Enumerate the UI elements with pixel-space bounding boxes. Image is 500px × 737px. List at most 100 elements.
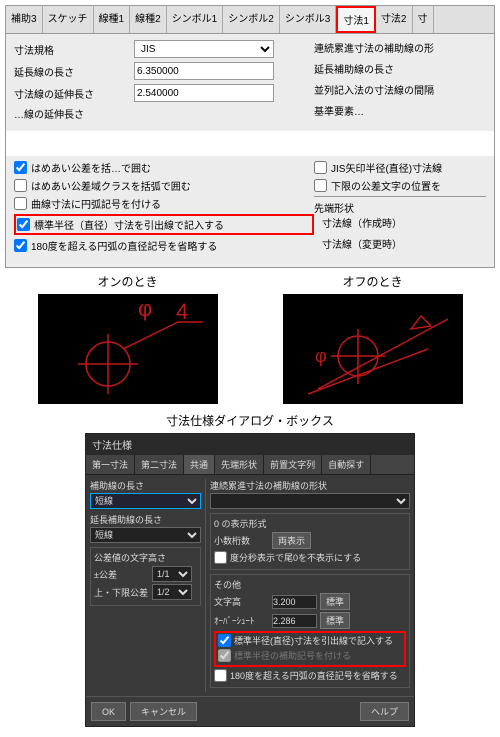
overshoot-label: ｵｰﾊﾞｰｼｭｰﾄ [214,614,269,627]
ul-tol-label: 上・下限公差 [94,586,149,599]
tab-dimension2[interactable]: 寸法2 [376,6,413,33]
bd-right-column: 連続累進寸法の補助線の形状 0 の表示形式 小数桁数 両表示 度分秒表示で尾0を… [205,479,410,692]
checkbox-right: JIS矢印半径(直径)寸法線 下限の公差文字の位置を 先端形状 寸法線（作成時）… [314,160,486,257]
check-180-omit-label: 180度を超える円弧の直径記号を省略する [31,238,217,253]
check-arc-symbol-label: 曲線寸法に円弧記号を付ける [31,196,161,211]
checkbox-left: はめあい公差を括…で囲む はめあい公差域クラスを括弧で囲む 曲線寸法に円弧記号を… [14,160,314,257]
tab-bar: 補助3 スケッチ 線種1 線種2 シンボル1 シンボル2 シンボル3 寸法1 寸… [6,6,494,34]
dim-line-modify: 寸法線（変更時） [322,236,486,251]
decimals-btn[interactable]: 両表示 [272,532,311,549]
check-fit-class[interactable] [14,179,27,192]
char-h-btn[interactable]: 標準 [320,593,350,610]
arc-omit-label: 180度を超える円弧の直径記号を省略する [230,669,398,682]
ext-len-input[interactable] [134,62,274,80]
check-radius-leader[interactable] [17,218,30,231]
dim-ext-label: 寸法線の延伸長さ [14,86,134,101]
aux-len-select[interactable]: 短線 [90,493,201,509]
other-group-title: その他 [214,578,406,591]
check-180-omit[interactable] [14,239,27,252]
bottom-caption: 寸法仕様ダイアログ・ボックス [0,412,500,429]
bd-tab-tip[interactable]: 先端形状 [215,455,264,474]
form-right: 連続累進寸法の補助線の形 延長補助線の長さ 並列記入法の寸法線の間隔 基準要素… [314,40,486,125]
ext-aux-label: 延長補助線の長さ [90,513,201,526]
pm-tol-label: ±公差 [94,568,149,581]
bd-tab-second[interactable]: 第二寸法 [135,455,184,474]
preview-off-title: オフのとき [283,273,463,290]
bd-tab-first[interactable]: 第一寸法 [86,455,135,474]
pm-tol-select[interactable]: 1/1 [152,566,192,582]
dms-check-label: 度分秒表示で尾0を不表示にする [230,551,361,564]
bd-tab-prefix[interactable]: 前置文字列 [264,455,322,474]
aux-len-label: 補助線の長さ [90,479,201,492]
dim-aux-check [218,649,231,662]
check-fit-tol-label: はめあい公差を括…で囲む [31,160,151,175]
dms-check[interactable] [214,551,227,564]
check-jis-arrow[interactable] [314,161,327,174]
zero-group-title: 0 の表示形式 [214,517,406,530]
cancel-button[interactable]: キャンセル [130,702,197,721]
overshoot-btn[interactable]: 標準 [320,612,350,629]
svg-text:φ: φ [138,296,152,321]
dialog-title: 寸法仕様 [86,434,414,455]
check-lower-tol-label: 下限の公差文字の位置を [331,178,441,193]
tab-line1[interactable]: 線種1 [94,6,131,33]
check-arc-symbol[interactable] [14,197,27,210]
preview-section: オンのとき φ 4 オフのとき [5,273,495,404]
partial-label: …線の延伸長さ [14,106,134,121]
help-button[interactable]: ヘルプ [360,702,409,721]
check-lower-tol[interactable] [314,179,327,192]
tip-shape-group: 先端形状 [314,196,486,215]
bd-tab-common[interactable]: 共通 [184,455,215,474]
tab-dimension1[interactable]: 寸法1 [336,6,376,33]
overshoot-input[interactable] [272,614,317,628]
tab-sketch[interactable]: スケッチ [43,6,94,33]
right-label-1: 連続累進寸法の補助線の形 [314,40,486,55]
ext-aux-select[interactable]: 短線 [90,527,201,543]
hl-radius-leader-label: 標準半径(直径)寸法を引出線で記入する [234,634,393,647]
checkbox-area: はめあい公差を括…で囲む はめあい公差域クラスを括弧で囲む 曲線寸法に円弧記号を… [6,156,494,267]
wave-divider [6,131,494,156]
dim-standard-label: 寸法規格 [14,42,134,57]
arc-omit-check[interactable] [214,669,227,682]
dim-aux-label: 標準半径の補助記号を付ける [234,649,351,662]
right-label-4: 基準要素… [314,103,486,118]
dim-line-create: 寸法線（作成時） [322,215,486,230]
check-fit-class-label: はめあい公差域クラスを括弧で囲む [31,178,191,193]
tab-symbol1[interactable]: シンボル1 [167,6,224,33]
tab-symbol3[interactable]: シンボル3 [280,6,337,33]
check-jis-arrow-label: JIS矢印半径(直径)寸法線 [331,160,442,175]
preview-on-title: オンのとき [38,273,218,290]
dim-standard-select[interactable]: JIS [134,40,274,58]
bd-left-column: 補助線の長さ 短線 延長補助線の長さ 短線 公差値の文字高さ ±公差 1/1 上… [90,479,205,692]
bd-tab-bar: 第一寸法 第二寸法 共通 先端形状 前置文字列 自動探す [86,455,414,475]
svg-text:φ: φ [315,346,327,366]
decimals-label: 小数桁数 [214,534,269,547]
preview-on-image: φ 4 [38,294,218,404]
form-left: 寸法規格 JIS 延長線の長さ 寸法線の延伸長さ …線の延伸長さ [14,40,314,125]
dialog-footer: OK キャンセル ヘルプ [86,696,414,726]
bd-body: 補助線の長さ 短線 延長補助線の長さ 短線 公差値の文字高さ ±公差 1/1 上… [86,475,414,696]
top-options-dialog: 補助3 スケッチ 線種1 線種2 シンボル1 シンボル2 シンボル3 寸法1 寸… [5,5,495,268]
dim-ext-input[interactable] [134,84,274,102]
svg-text:4: 4 [176,299,188,324]
tab-symbol2[interactable]: シンボル2 [223,6,280,33]
check-radius-leader-label: 標準半径（直径）寸法を引出線で記入する [34,217,224,232]
preview-off-image: φ [283,294,463,404]
right-label-2: 延長補助線の長さ [314,61,486,76]
tol-height-label: 公差値の文字高さ [94,551,197,564]
right-label-3: 並列記入法の寸法線の間隔 [314,82,486,97]
tab-line2[interactable]: 線種2 [130,6,167,33]
chain-label: 連続累進寸法の補助線の形状 [210,479,410,492]
tab-hojo3[interactable]: 補助3 [6,6,43,33]
hl-radius-leader-check[interactable] [218,634,231,647]
dimension-spec-dialog: 寸法仕様 第一寸法 第二寸法 共通 先端形状 前置文字列 自動探す 補助線の長さ… [85,433,415,727]
char-h-input[interactable] [272,595,317,609]
ok-button[interactable]: OK [91,702,126,721]
chain-select[interactable] [210,493,410,509]
check-fit-tol[interactable] [14,161,27,174]
ul-tol-select[interactable]: 1/2 [152,584,192,600]
ext-len-label: 延長線の長さ [14,64,134,79]
form-area: 寸法規格 JIS 延長線の長さ 寸法線の延伸長さ …線の延伸長さ 連続累進寸法の… [6,34,494,131]
bd-tab-auto[interactable]: 自動探す [322,455,371,474]
tab-dim-partial[interactable]: 寸 [413,6,434,33]
